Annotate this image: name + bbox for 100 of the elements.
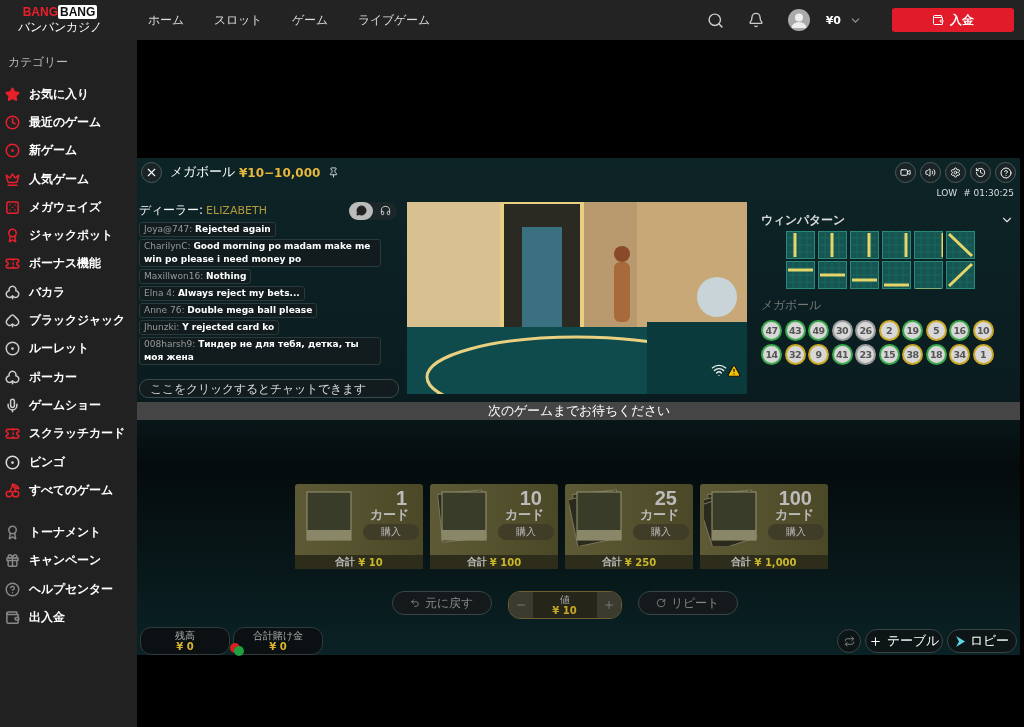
- game-title: メガボール: [170, 164, 235, 182]
- sidebar-item[interactable]: ゲームショー: [0, 391, 137, 420]
- buy-button[interactable]: 購入: [498, 524, 554, 540]
- deposit-button[interactable]: 入金: [892, 8, 1014, 32]
- card-count: 10: [519, 488, 543, 508]
- ball: 34: [949, 343, 970, 365]
- crown-icon: [5, 171, 20, 187]
- chat-message: 008harsh9: Тиндер не для тебя, детка, ты моя жена: [139, 336, 381, 365]
- sidebar-item[interactable]: ヘルプセンター: [0, 575, 137, 604]
- sidebar-item[interactable]: 新ゲーム: [0, 136, 137, 165]
- ball: 15: [878, 343, 900, 365]
- nav-link[interactable]: ゲーム: [292, 11, 328, 29]
- balance-display: 残高 ¥ 0: [140, 627, 230, 655]
- nav-link[interactable]: ライブゲーム: [358, 11, 430, 29]
- ball: 9: [808, 343, 829, 365]
- sidebar-item[interactable]: キャンペーン: [0, 546, 137, 576]
- increase-button[interactable]: [596, 592, 621, 618]
- game-id: # 01:30:25: [963, 187, 1014, 199]
- buy-button[interactable]: 購入: [768, 524, 824, 540]
- chat-message: CharilynC: Good morning po madam make me win po please i need money po: [139, 238, 381, 267]
- repeat-button[interactable]: リピート: [637, 591, 738, 615]
- dealer-label: ディーラー:: [139, 202, 204, 220]
- notification-icon[interactable]: [747, 12, 764, 28]
- swap-icon: [843, 635, 855, 647]
- ball: 10: [972, 319, 994, 341]
- offer-total: 合計 ¥ 250: [565, 555, 693, 569]
- buy-button[interactable]: 購入: [363, 524, 419, 540]
- pin-icon[interactable]: [328, 167, 340, 179]
- sidebar-item[interactable]: ボーナス機能: [0, 249, 137, 279]
- settings-button[interactable]: [945, 162, 966, 184]
- sidebar-item[interactable]: ブラックジャック: [0, 306, 137, 335]
- sidebar-item[interactable]: すべてのゲーム: [0, 476, 137, 505]
- ball: 19: [902, 319, 923, 341]
- win-pattern-icon: [882, 230, 911, 259]
- card-count: 1: [395, 488, 408, 508]
- play-icon: [955, 635, 965, 647]
- microphone-icon: [5, 397, 20, 413]
- sidebar-item[interactable]: ポーカー: [0, 362, 137, 392]
- ball: 32: [784, 343, 806, 365]
- ticket-icon: [5, 256, 20, 272]
- ball: 41: [831, 343, 853, 365]
- lobby-button[interactable]: ロビー: [947, 629, 1017, 653]
- chat-message: Jhunzki: Y rejected card ko: [139, 319, 280, 335]
- chips-icon: [230, 642, 244, 656]
- history-button[interactable]: [970, 162, 991, 184]
- decrease-button[interactable]: [508, 592, 533, 618]
- card-unit: カード: [505, 508, 545, 522]
- ball: 18: [925, 343, 947, 365]
- nav-link[interactable]: ホーム: [148, 11, 184, 29]
- headset-icon: [379, 205, 391, 217]
- help-icon: [5, 581, 20, 597]
- close-button[interactable]: [141, 162, 162, 184]
- sidebar-item[interactable]: お気に入り: [0, 80, 137, 109]
- nav-link[interactable]: スロット: [214, 11, 262, 29]
- help-button[interactable]: [995, 162, 1016, 184]
- undo-button[interactable]: 元に戻す: [391, 591, 492, 615]
- win-pattern-icon: [882, 260, 911, 289]
- win-pattern-icon: [818, 230, 847, 259]
- search-icon[interactable]: [706, 11, 724, 29]
- sidebar-item[interactable]: 出入金: [0, 603, 137, 632]
- sidebar-item[interactable]: メガウェイズ: [0, 193, 137, 222]
- card-unit: カード: [640, 508, 680, 522]
- redo-icon: [656, 598, 666, 608]
- settings-icon: [950, 167, 961, 179]
- card-count: 25: [654, 488, 678, 508]
- win-pattern-icon: [850, 260, 879, 289]
- chat-tab[interactable]: [349, 201, 373, 220]
- bet-value: ¥ 10: [552, 604, 577, 617]
- sidebar-item[interactable]: ジャックポット: [0, 221, 137, 250]
- sidebar-item[interactable]: バカラ: [0, 278, 137, 307]
- buy-button[interactable]: 購入: [633, 524, 689, 540]
- video-button[interactable]: [895, 162, 916, 184]
- gift-icon: [5, 553, 20, 569]
- speaker-icon: [925, 167, 936, 179]
- table-button[interactable]: テーブル: [865, 629, 943, 653]
- chat-input[interactable]: ここをクリックするとチャットできます: [139, 379, 399, 399]
- sidebar-item[interactable]: 最近のゲーム: [0, 108, 137, 137]
- sidebar-item[interactable]: ビンゴ: [0, 447, 137, 477]
- sidebar-item[interactable]: スクラッチカード: [0, 419, 137, 448]
- avatar-icon[interactable]: [787, 9, 810, 31]
- section-title: メガボール: [761, 296, 822, 314]
- dealer-name: ELIZABETH: [206, 204, 267, 218]
- ball: 5: [925, 319, 947, 341]
- swap-button[interactable]: [837, 629, 861, 653]
- sound-button[interactable]: [920, 162, 941, 184]
- total-bet-display: 合計賭け金 ¥ 0: [233, 627, 323, 655]
- ball: 49: [808, 319, 829, 341]
- sidebar-item[interactable]: 人気ゲーム: [0, 164, 137, 194]
- chat-message: Joya@747: Rejected again: [139, 221, 276, 237]
- balance-dropdown[interactable]: ¥0: [819, 12, 868, 28]
- sidebar-heading: カテゴリー: [7, 54, 69, 71]
- sidebar-item[interactable]: トーナメント: [0, 518, 137, 547]
- ball: 16: [949, 319, 970, 341]
- warning-icon: [727, 363, 741, 378]
- sidebar-item[interactable]: ルーレット: [0, 334, 137, 363]
- ball: 14: [761, 343, 782, 365]
- logo[interactable]: BANG BANG バンバンカジノ: [10, 4, 110, 36]
- chat-icon: [355, 205, 367, 217]
- video-quality: LOW: [936, 187, 958, 199]
- chat-message: Maxillwon16: Nothing: [139, 268, 252, 284]
